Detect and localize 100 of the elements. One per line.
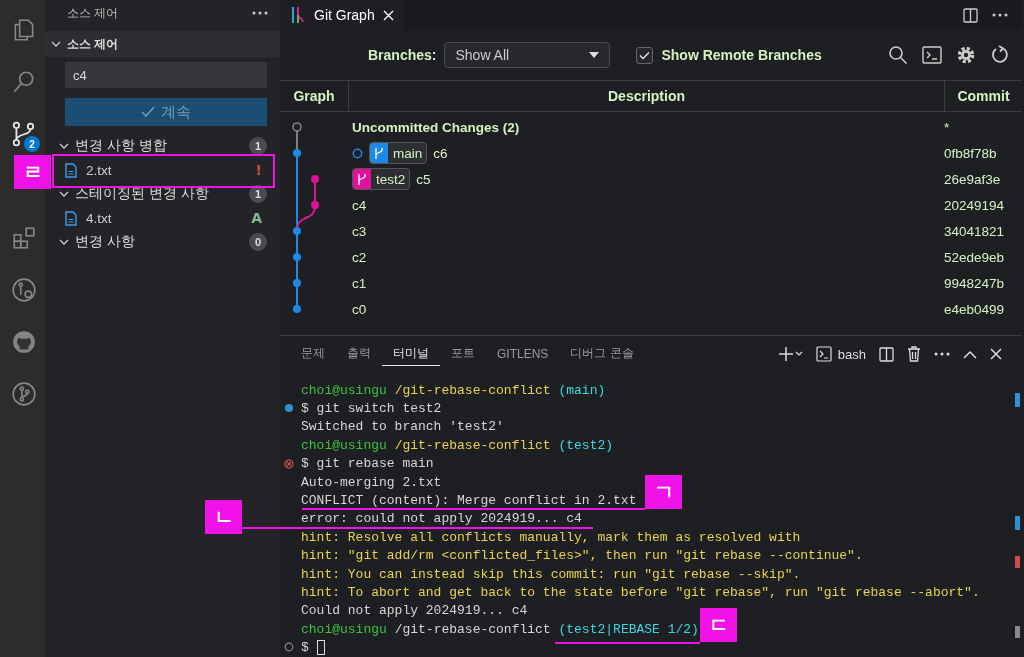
file-status: ! xyxy=(255,162,262,178)
check-icon xyxy=(639,50,651,60)
count-badge: 1 xyxy=(249,137,267,155)
panel-tab[interactable]: GITLENS xyxy=(486,342,560,366)
terminal-line: choi@usingu /git-rebase-conflict (main) xyxy=(301,382,606,398)
chevron-up-icon[interactable] xyxy=(963,349,977,359)
refresh-icon[interactable] xyxy=(990,45,1010,65)
count-badge: 0 xyxy=(249,233,267,251)
commit-message: c3 xyxy=(352,223,367,239)
panel-tab[interactable]: 포트 xyxy=(440,342,486,366)
terminal-line: hint: To abort and get back to the state before "git rebase", run "git rebase --abort". xyxy=(301,585,980,600)
git-graph-icon[interactable] xyxy=(10,277,37,303)
commit-message: c4 xyxy=(352,197,367,213)
commit-hash: e4eb0499 xyxy=(944,301,1006,317)
scrollbar-marker xyxy=(1015,556,1020,568)
group-title[interactable]: 변경 사항 xyxy=(75,233,243,251)
terminal-line: $ xyxy=(301,640,309,656)
branch-icon[interactable] xyxy=(10,381,37,407)
more-icon[interactable] xyxy=(252,11,268,15)
annotation-label: ㄴ xyxy=(205,500,242,534)
panel-tab[interactable]: 출력 xyxy=(336,342,382,366)
scrollbar-marker xyxy=(1015,393,1020,407)
dropdown-arrow-icon xyxy=(589,52,600,58)
commit-message: c6 xyxy=(433,145,448,161)
group-title[interactable]: 스테이징된 변경 사항 xyxy=(75,185,243,203)
github-icon[interactable] xyxy=(10,329,37,355)
commit-message: c5 xyxy=(416,171,431,187)
commit-message: c1 xyxy=(352,275,367,291)
branches-label: Branches: xyxy=(368,47,437,63)
close-icon[interactable] xyxy=(990,348,1002,360)
annotation-label: ㄱ xyxy=(645,475,682,509)
branch-tag[interactable]: test2 xyxy=(352,168,411,190)
column-header[interactable]: Graph xyxy=(280,81,348,111)
file-status: A xyxy=(251,210,262,226)
shell-name[interactable]: bash xyxy=(837,346,866,362)
git-graph-icon xyxy=(290,6,306,24)
terminal-icon[interactable] xyxy=(922,45,942,65)
column-header[interactable]: Commit xyxy=(944,81,1022,111)
terminal-icon xyxy=(815,346,832,362)
section-title: 소스 제어 xyxy=(67,35,119,53)
branch-tag[interactable]: main xyxy=(369,142,428,164)
terminal-line: error: could not apply 2024919... c4 xyxy=(301,511,582,527)
commit-message: c2 xyxy=(352,249,367,265)
terminal-line: $ git switch test2 xyxy=(301,401,442,417)
editor-tab[interactable]: Git Graph xyxy=(280,0,404,30)
column-header[interactable]: Description xyxy=(348,81,944,111)
commit-message: Uncommitted Changes (2) xyxy=(352,119,520,135)
split-icon[interactable] xyxy=(879,346,894,362)
commit-hash: 0fb8f78b xyxy=(944,145,998,161)
commit-hash: 34041821 xyxy=(944,223,1006,239)
checkbox-label[interactable]: Show Remote Branches xyxy=(661,47,822,63)
file-icon xyxy=(65,210,77,226)
commit-hash: 26e9af3e xyxy=(944,171,1002,187)
panel-tab[interactable]: 문제 xyxy=(301,342,336,366)
annotation-label: ㄷ xyxy=(700,608,737,642)
terminal-line: hint: Resolve all conflicts manually, mark them as resolved with xyxy=(301,529,801,545)
file-name[interactable]: 4.txt xyxy=(86,210,243,226)
file-name[interactable]: 2.txt xyxy=(86,162,247,178)
source-control-icon[interactable] xyxy=(10,121,37,147)
error-icon[interactable] xyxy=(284,458,294,469)
more-icon[interactable] xyxy=(992,13,1008,17)
commit-message: c0 xyxy=(352,301,367,317)
status-dot-icon[interactable] xyxy=(284,403,294,414)
terminal-line: hint: "git add/rm <conflicted_files>", then run "git rebase --continue". xyxy=(301,548,863,564)
chevron-icon[interactable] xyxy=(59,237,69,247)
status-circle-icon[interactable] xyxy=(284,642,294,653)
split-editor-icon[interactable] xyxy=(963,7,978,23)
checkbox[interactable] xyxy=(636,46,654,64)
chevron-icon[interactable] xyxy=(59,141,69,151)
add-icon[interactable] xyxy=(778,347,803,361)
count-badge: 2 xyxy=(24,136,40,152)
terminal-line: $ git rebase main xyxy=(301,456,434,472)
terminal-line: Auto-merging 2.txt xyxy=(301,474,442,490)
panel-tab[interactable]: 디버그 콘솔 xyxy=(559,342,645,366)
panel-tab[interactable]: 터미널 xyxy=(382,342,440,366)
trash-icon[interactable] xyxy=(907,346,921,362)
commit-hash: * xyxy=(944,119,951,135)
extensions-icon[interactable] xyxy=(10,225,37,251)
terminal-line: Could not apply 2024919... c4 xyxy=(301,603,528,619)
annotation-label: ㄹ xyxy=(14,155,51,189)
sidebar-title: 소스 제어 xyxy=(67,4,119,22)
commit-message-field[interactable]: c4 xyxy=(65,62,267,88)
search-icon[interactable] xyxy=(888,45,908,65)
terminal-line: hint: You can instead skip this commit: run "git rebase --skip". xyxy=(301,566,801,582)
terminal-line: choi@usingu /git-rebase-conflict (test2|REBASE 1/2) xyxy=(301,621,699,637)
check-icon xyxy=(141,106,155,118)
settings-icon[interactable] xyxy=(956,45,976,65)
terminal-line: CONFLICT (content): Merge conflict in 2.txt xyxy=(301,493,637,509)
more-icon[interactable] xyxy=(934,352,950,356)
branch-dropdown[interactable]: Show All xyxy=(444,42,611,68)
file-icon xyxy=(65,162,77,178)
commit-hash: 20249194 xyxy=(944,197,1006,213)
scrollbar-marker xyxy=(1015,516,1020,530)
commit-hash: 52ede9eb xyxy=(944,249,1006,265)
terminal-line: Switched to branch 'test2' xyxy=(301,419,504,435)
scrollbar-marker xyxy=(1015,626,1020,638)
chevron-icon[interactable] xyxy=(51,39,61,49)
chevron-icon[interactable] xyxy=(59,189,69,199)
terminal-line: choi@usingu /git-rebase-conflict (test2) xyxy=(301,437,614,453)
group-title[interactable]: 변경 사항 병합 xyxy=(75,137,243,155)
